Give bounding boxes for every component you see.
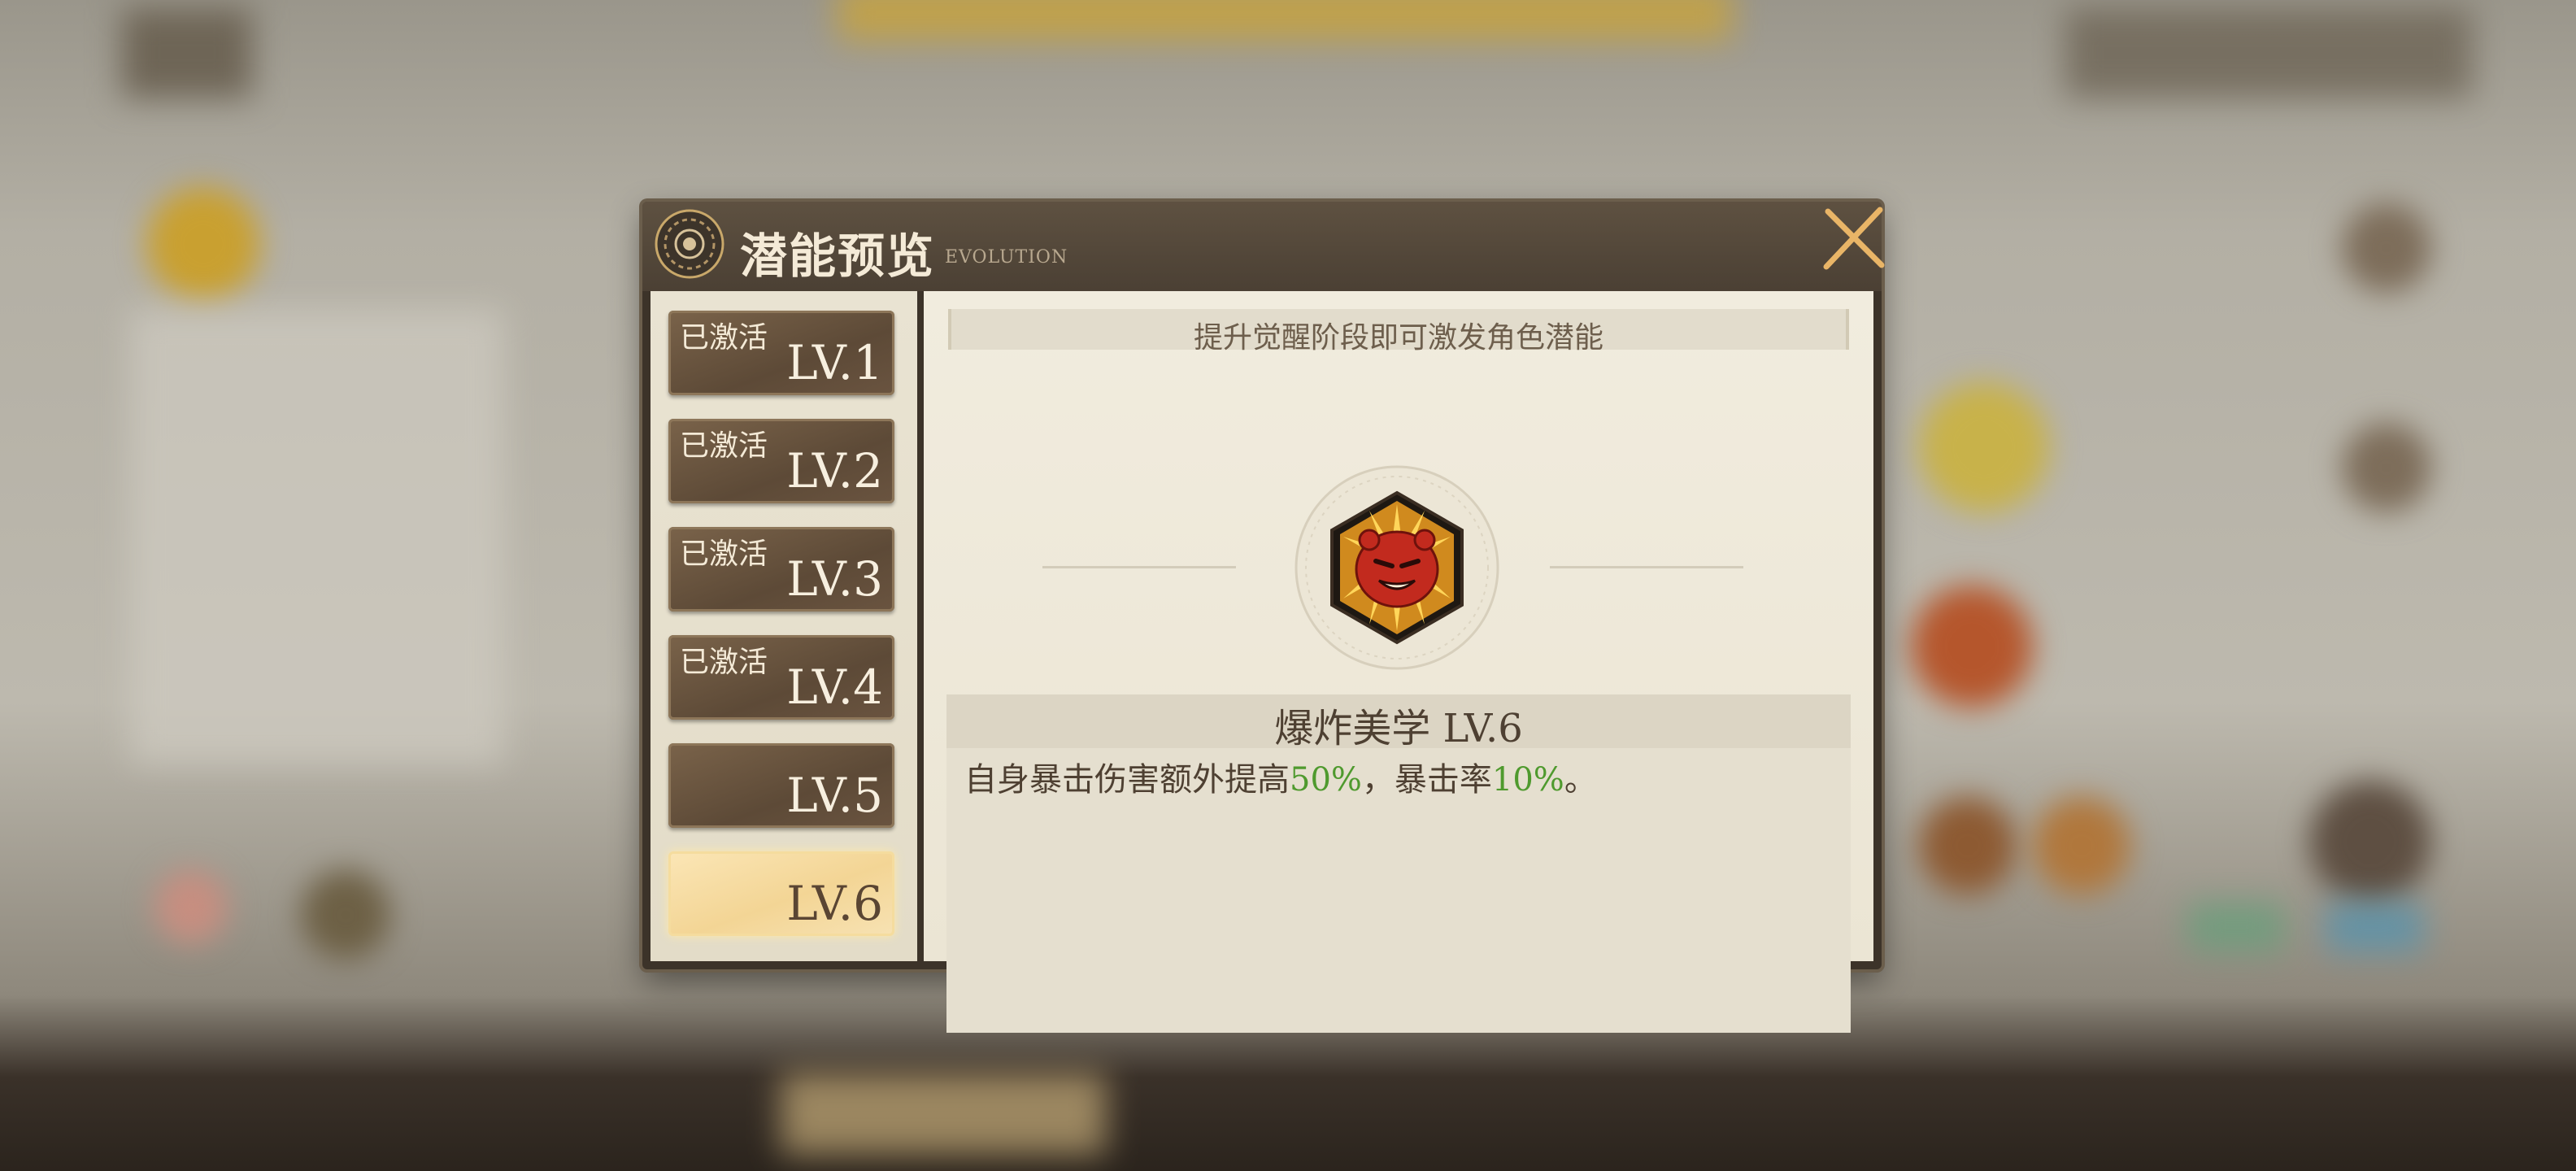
divider-left xyxy=(1042,566,1236,568)
exploding-red-creature-hexagon-icon xyxy=(1295,465,1499,670)
skill-name: 爆炸美学 LV.6 xyxy=(1274,706,1523,751)
activated-label: 已激活 xyxy=(680,646,768,679)
activated-label: 已激活 xyxy=(680,321,768,355)
level-button-3[interactable]: 已激活 LV.3 xyxy=(668,527,894,612)
crit-rate-value: 10% xyxy=(1491,761,1564,799)
desc-mid: ，暴击率 xyxy=(1361,761,1492,799)
activated-label: 已激活 xyxy=(680,538,768,571)
gear-emblem-icon xyxy=(655,209,724,279)
skill-detail-panel: 提升觉醒阶段即可激发角色潜能 爆炸美学 LV.6 自身暴击伤害额外提高50%，暴… xyxy=(924,291,1873,1033)
level-list: 已激活 LV.1 已激活 LV.2 已激活 LV.3 已激活 LV.4 LV.5… xyxy=(651,291,917,961)
crit-damage-value: 50% xyxy=(1290,761,1362,799)
desc-prefix: 自身暴击伤害额外提高 xyxy=(964,761,1290,799)
skill-description: 自身暴击伤害额外提高50%，暴击率10%。 xyxy=(964,753,1597,800)
hint-text: 提升觉醒阶段即可激发角色潜能 xyxy=(1193,321,1603,355)
level-label: LV.3 xyxy=(786,551,883,607)
level-button-6-selected[interactable]: LV.6 xyxy=(668,851,894,936)
level-button-5[interactable]: LV.5 xyxy=(668,743,894,828)
desc-suffix: 。 xyxy=(1564,761,1597,799)
dialog-subtitle: EVOLUTION xyxy=(945,247,1068,268)
level-button-1[interactable]: 已激活 LV.1 xyxy=(668,311,894,395)
dialog-header: 潜能预览 EVOLUTION xyxy=(642,202,1882,291)
dialog-title: 潜能预览 xyxy=(740,229,936,284)
level-label: LV.6 xyxy=(786,876,883,931)
close-icon[interactable] xyxy=(1813,202,1891,280)
skill-name-bar: 爆炸美学 LV.6 xyxy=(946,694,1851,751)
level-button-2[interactable]: 已激活 LV.2 xyxy=(668,419,894,503)
level-button-4[interactable]: 已激活 LV.4 xyxy=(668,635,894,720)
level-label: LV.4 xyxy=(786,660,883,715)
level-label: LV.2 xyxy=(786,443,883,498)
activated-label: 已激活 xyxy=(680,429,768,463)
divider-right xyxy=(1550,566,1743,568)
hint-bar: 提升觉醒阶段即可激发角色潜能 xyxy=(948,309,1849,355)
level-label: LV.5 xyxy=(786,768,883,823)
skill-description-box: 自身暴击伤害额外提高50%，暴击率10%。 xyxy=(946,748,1851,1033)
level-label: LV.1 xyxy=(786,335,883,390)
potential-preview-dialog: 潜能预览 EVOLUTION 已激活 LV.1 已激活 LV.2 已激活 LV.… xyxy=(642,202,1885,1033)
